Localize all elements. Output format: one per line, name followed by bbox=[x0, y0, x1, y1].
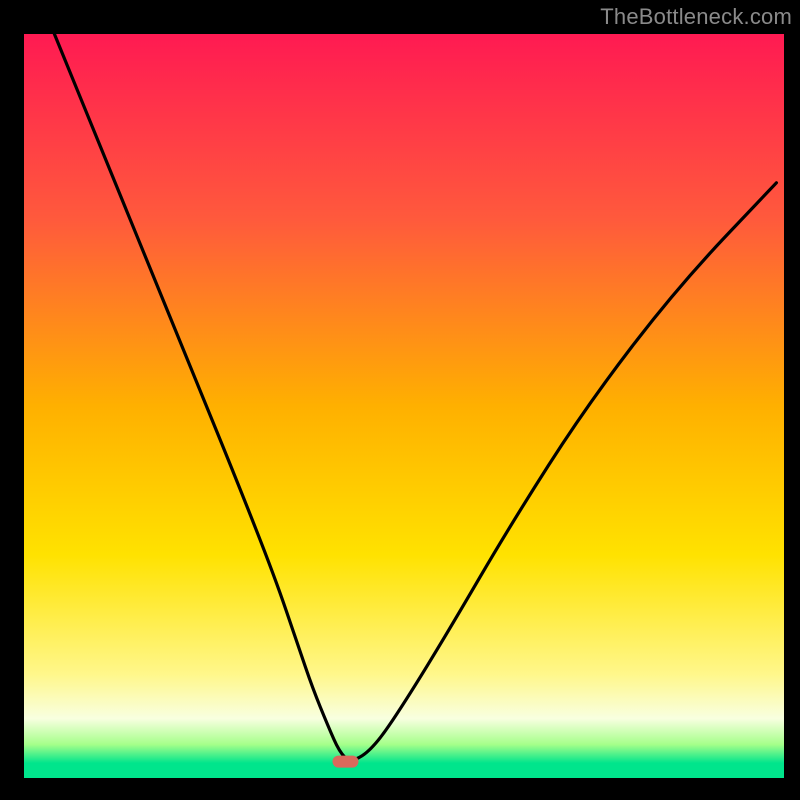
plot-area bbox=[24, 34, 784, 778]
chart-container: TheBottleneck.com bbox=[0, 0, 800, 800]
optimal-marker bbox=[333, 756, 359, 768]
bottleneck-chart bbox=[0, 0, 800, 800]
attribution-label: TheBottleneck.com bbox=[600, 4, 792, 30]
